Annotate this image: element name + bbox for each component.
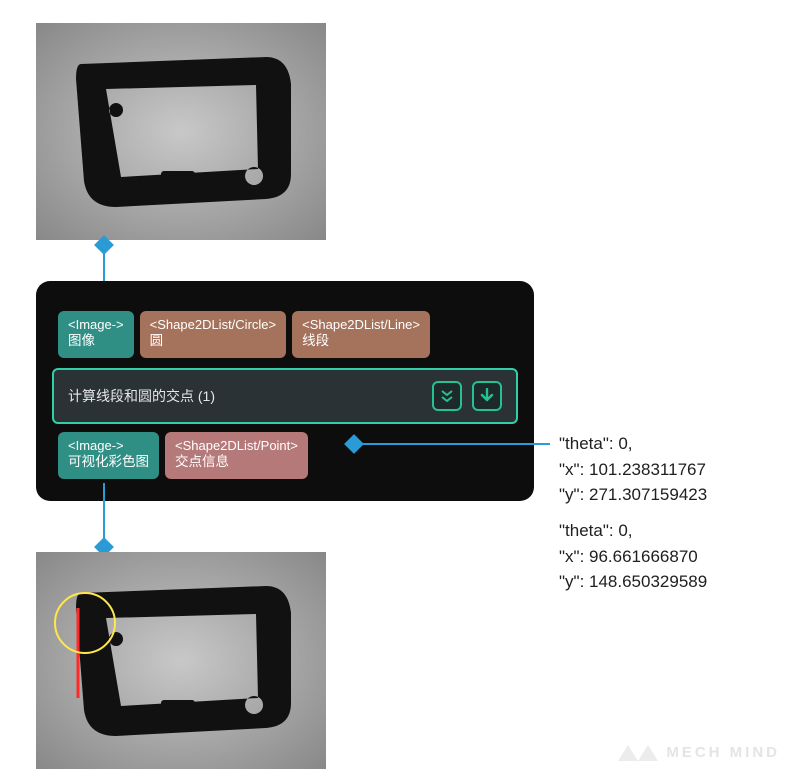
point-result-1: "theta": 0, "x": 96.661666870 "y": 148.6… xyxy=(559,518,707,595)
node-input-row: <Image-> 图像 <Shape2DList/Circle> 圆 <Shap… xyxy=(36,281,534,358)
port-label: 圆 xyxy=(150,333,276,350)
collapse-button[interactable] xyxy=(432,381,462,411)
port-type: <Shape2DList/Circle> xyxy=(150,317,276,333)
port-label: 交点信息 xyxy=(175,454,298,471)
port-type: <Image-> xyxy=(68,438,149,454)
port-type: <Shape2DList/Point> xyxy=(175,438,298,454)
connector-line xyxy=(350,443,550,445)
port-type: <Shape2DList/Line> xyxy=(302,317,420,333)
node-output-row: <Image-> 可视化彩色图 <Shape2DList/Point> 交点信息 xyxy=(36,424,534,501)
result-line: "x": 101.238311767 xyxy=(559,457,707,483)
node-header-buttons xyxy=(432,381,502,411)
part-silhouette-top xyxy=(66,49,296,214)
output-image-preview xyxy=(36,552,326,769)
input-port-circle[interactable]: <Shape2DList/Circle> 圆 xyxy=(140,311,286,358)
input-port-image[interactable]: <Image-> 图像 xyxy=(58,311,134,358)
port-label: 可视化彩色图 xyxy=(68,454,149,471)
result-line: "y": 148.650329589 xyxy=(559,569,707,595)
node-title: 计算线段和圆的交点 (1) xyxy=(68,386,215,406)
port-label: 图像 xyxy=(68,333,124,350)
port-label: 线段 xyxy=(302,333,420,350)
detection-circle-overlay xyxy=(54,592,116,654)
output-port-points[interactable]: <Shape2DList/Point> 交点信息 xyxy=(165,432,308,479)
watermark-logo-icon xyxy=(618,741,658,763)
input-image-preview xyxy=(36,23,326,240)
double-chevron-down-icon xyxy=(439,388,455,404)
download-arrow-icon xyxy=(480,388,494,404)
output-port-image[interactable]: <Image-> 可视化彩色图 xyxy=(58,432,159,479)
node-panel: <Image-> 图像 <Shape2DList/Circle> 圆 <Shap… xyxy=(36,281,534,501)
result-line: "theta": 0, xyxy=(559,518,707,544)
input-port-line[interactable]: <Shape2DList/Line> 线段 xyxy=(292,311,430,358)
watermark-text: MECH MIND xyxy=(666,744,780,761)
point-result-0: "theta": 0, "x": 101.238311767 "y": 271.… xyxy=(559,431,707,508)
result-line: "y": 271.307159423 xyxy=(559,482,707,508)
node-header[interactable]: 计算线段和圆的交点 (1) xyxy=(52,368,518,424)
port-type: <Image-> xyxy=(68,317,124,333)
result-line: "x": 96.661666870 xyxy=(559,544,707,570)
run-button[interactable] xyxy=(472,381,502,411)
watermark: MECH MIND xyxy=(618,741,780,763)
result-line: "theta": 0, xyxy=(559,431,707,457)
